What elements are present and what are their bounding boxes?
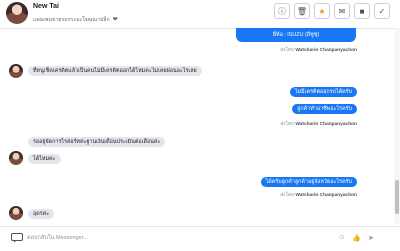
delete-button[interactable]: 🗑 [294,3,310,19]
star-button[interactable]: ★ [314,3,330,19]
contact-avatar[interactable] [6,2,28,24]
heart-icon: ❤ [112,17,118,23]
chat-icon [11,233,23,243]
message-incoming: อุดรค่ะ [28,209,55,219]
contact-subtitle: แคมเพนขายรถกระบะโฆษณาปลีก ❤ [33,16,118,24]
message-outgoing: ไม่มีเครดิตออกรถได้ครับ [289,87,357,97]
message-outgoing: ได้ครับลูกค้าลูกค้าอยู่จังหวัดอะไรครับ [260,177,357,187]
campaign-label: แคมเพนขายรถกระบะโฆษณาปลีก [33,17,110,23]
contact-avatar-small [9,151,23,165]
info-button[interactable]: ⓘ [274,3,290,19]
star-icon: ★ [318,6,326,16]
trash-icon: 🗑 [296,6,308,16]
like-icon[interactable]: 👍 [352,234,361,242]
reply-input[interactable] [27,232,227,244]
contact-avatar-small [9,64,23,78]
send-icon[interactable]: ➤ [368,234,374,242]
scrollbar-thumb[interactable] [395,180,399,214]
message-outgoing: ยี่ห้อ : ISUZU (อีซูซุ) [236,28,356,42]
sent-by-label: ส่งโดย Watcharin Chanpanyachon [280,48,357,53]
mail-button[interactable]: ✉ [334,3,350,19]
mail-icon: ✉ [338,6,346,16]
stop-button[interactable]: ■ [354,3,370,19]
message-outgoing: ลูกค้าทำอาชีพอะไรครับ [292,104,357,114]
contact-name[interactable]: New Tai [33,3,59,10]
message-composer: ☺ 👍 ➤ [0,226,400,251]
check-icon: ✓ [378,6,386,16]
block-icon: ■ [359,6,365,16]
emoji-icon[interactable]: ☺ [338,234,345,241]
contact-avatar-small [9,206,23,220]
sent-by-label: ส่งโดย Watcharin Chanpanyachon [280,193,357,198]
check-button[interactable]: ✓ [374,3,390,19]
conversation-header: New Tai แคมเพนขายรถกระบะโฆษณาปลีก ❤ ⓘ 🗑 ★… [0,0,400,29]
sent-by-label: ส่งโดย Watcharin Chanpanyachon [280,122,357,127]
message-incoming: ที่หนูเช็คเครดิตแล้วเป็นคนไม่มีเครดิตออก… [28,66,202,76]
message-incoming: ได้ไหมคะ [28,154,61,164]
message-incoming: รออยู่จัดการไรสอร์ทค่ะฐานเงินเดือนประเมิ… [28,137,166,147]
info-icon: ⓘ [278,6,286,16]
